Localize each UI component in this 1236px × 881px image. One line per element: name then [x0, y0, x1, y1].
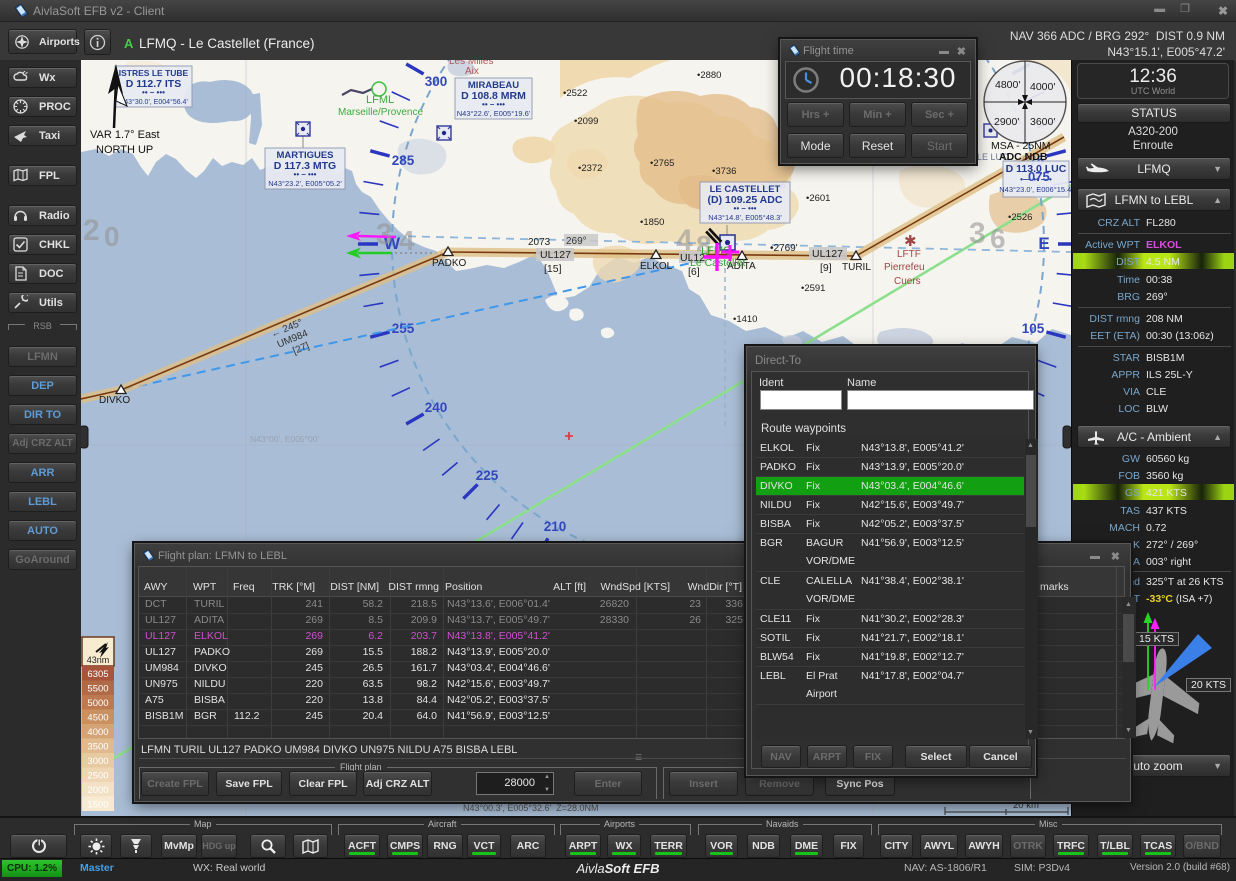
- svg-text:Aix: Aix: [465, 66, 479, 77]
- svg-text:Marseille/Provence: Marseille/Provence: [338, 107, 423, 118]
- svg-text:5500: 5500: [87, 684, 108, 695]
- svg-text:4000: 4000: [87, 727, 108, 738]
- svg-text:1500: 1500: [87, 800, 108, 811]
- svg-text:•• – •••: •• – •••: [482, 100, 505, 109]
- svg-text:ELKOL: ELKOL: [640, 261, 673, 272]
- svg-text:•• – •••: •• – •••: [142, 88, 165, 97]
- svg-text:6: 6: [990, 223, 1006, 254]
- svg-text:•2880: •2880: [697, 70, 721, 81]
- svg-text:Pierrefeu: Pierrefeu: [884, 262, 925, 273]
- svg-text:2900': 2900': [994, 116, 1019, 128]
- svg-text:DIVKO: DIVKO: [99, 395, 130, 406]
- svg-text:[9]: [9]: [820, 262, 832, 274]
- svg-text:•• – •••: •• – •••: [734, 204, 757, 213]
- svg-text:43nm: 43nm: [87, 655, 110, 665]
- svg-text:•3736: •3736: [712, 166, 736, 177]
- svg-text:TURIL: TURIL: [842, 262, 871, 273]
- svg-text:N43°30.0', E004°56.4': N43°30.0', E004°56.4': [119, 98, 188, 106]
- svg-text:3500: 3500: [87, 742, 108, 753]
- svg-text:LFTF: LFTF: [897, 249, 921, 260]
- svg-text:5000: 5000: [87, 698, 108, 709]
- svg-text:N43°23.2', E005°05.2': N43°23.2', E005°05.2': [268, 179, 342, 188]
- svg-text:3: 3: [969, 217, 986, 250]
- svg-text:3600': 3600': [1030, 116, 1055, 128]
- svg-text:•2526: •2526: [1008, 212, 1032, 223]
- svg-text:2000: 2000: [87, 785, 108, 796]
- svg-text:N43°14.8', E005°48.3': N43°14.8', E005°48.3': [708, 213, 782, 222]
- svg-text:075: 075: [1028, 169, 1050, 184]
- svg-text:UL127: UL127: [540, 249, 571, 261]
- svg-text:•2601: •2601: [806, 193, 830, 204]
- svg-text:285: 285: [392, 153, 415, 168]
- svg-text:0: 0: [104, 221, 120, 252]
- svg-text:•2769': •2769': [770, 243, 798, 254]
- svg-text:•2099: •2099: [574, 116, 598, 127]
- svg-text:4: 4: [399, 225, 415, 256]
- svg-text:2500: 2500: [87, 771, 108, 782]
- svg-text:UL127: UL127: [812, 248, 843, 260]
- svg-text:PADKO: PADKO: [432, 258, 466, 269]
- svg-text:LFML: LFML: [366, 94, 394, 106]
- svg-text:N43°22.6', E005°19.6': N43°22.6', E005°19.6': [457, 109, 531, 118]
- svg-text:300: 300: [425, 74, 448, 89]
- svg-text:•2522: •2522: [563, 88, 587, 99]
- svg-text:•• – •••: •• – •••: [294, 170, 317, 179]
- svg-text:ISTRES LE TUBE: ISTRES LE TUBE: [119, 68, 189, 78]
- svg-text:•2765: •2765: [650, 158, 674, 169]
- svg-text:3000: 3000: [87, 756, 108, 767]
- svg-text:•2591: •2591: [801, 283, 825, 294]
- svg-text:N43°00', E005°00': N43°00', E005°00': [250, 434, 319, 444]
- svg-text:105: 105: [1022, 321, 1045, 336]
- svg-text:4000': 4000': [1030, 81, 1055, 93]
- svg-text:•1850: •1850: [640, 217, 664, 228]
- svg-text:6305: 6305: [87, 669, 108, 680]
- svg-text:210: 210: [544, 519, 567, 534]
- svg-text:•1410: •1410: [733, 314, 757, 325]
- svg-text:•2372: •2372: [578, 163, 602, 174]
- svg-text:[15]: [15]: [544, 263, 562, 275]
- svg-text:N43°23.0', E006°15.4': N43°23.0', E006°15.4': [999, 185, 1071, 194]
- svg-text:3: 3: [376, 218, 393, 251]
- svg-text:225: 225: [476, 468, 499, 483]
- svg-text:Cuers: Cuers: [894, 276, 921, 287]
- svg-text:✱: ✱: [904, 233, 917, 250]
- svg-text:2073: 2073: [528, 237, 551, 248]
- svg-text:N43°00.3', E005°32.6' Z=28.0N: N43°00.3', E005°32.6' Z=28.0NM: [463, 803, 598, 813]
- svg-text:NORTH UP: NORTH UP: [96, 144, 153, 156]
- svg-text:ADC NDB: ADC NDB: [999, 151, 1048, 163]
- svg-text:E: E: [1038, 234, 1049, 253]
- svg-text:269°: 269°: [566, 236, 587, 247]
- svg-text:4500: 4500: [87, 713, 108, 724]
- svg-text:240: 240: [425, 400, 448, 415]
- svg-text:VAR 1.7° East: VAR 1.7° East: [90, 129, 160, 141]
- svg-text:2: 2: [83, 214, 100, 247]
- svg-text:4800': 4800': [995, 79, 1020, 91]
